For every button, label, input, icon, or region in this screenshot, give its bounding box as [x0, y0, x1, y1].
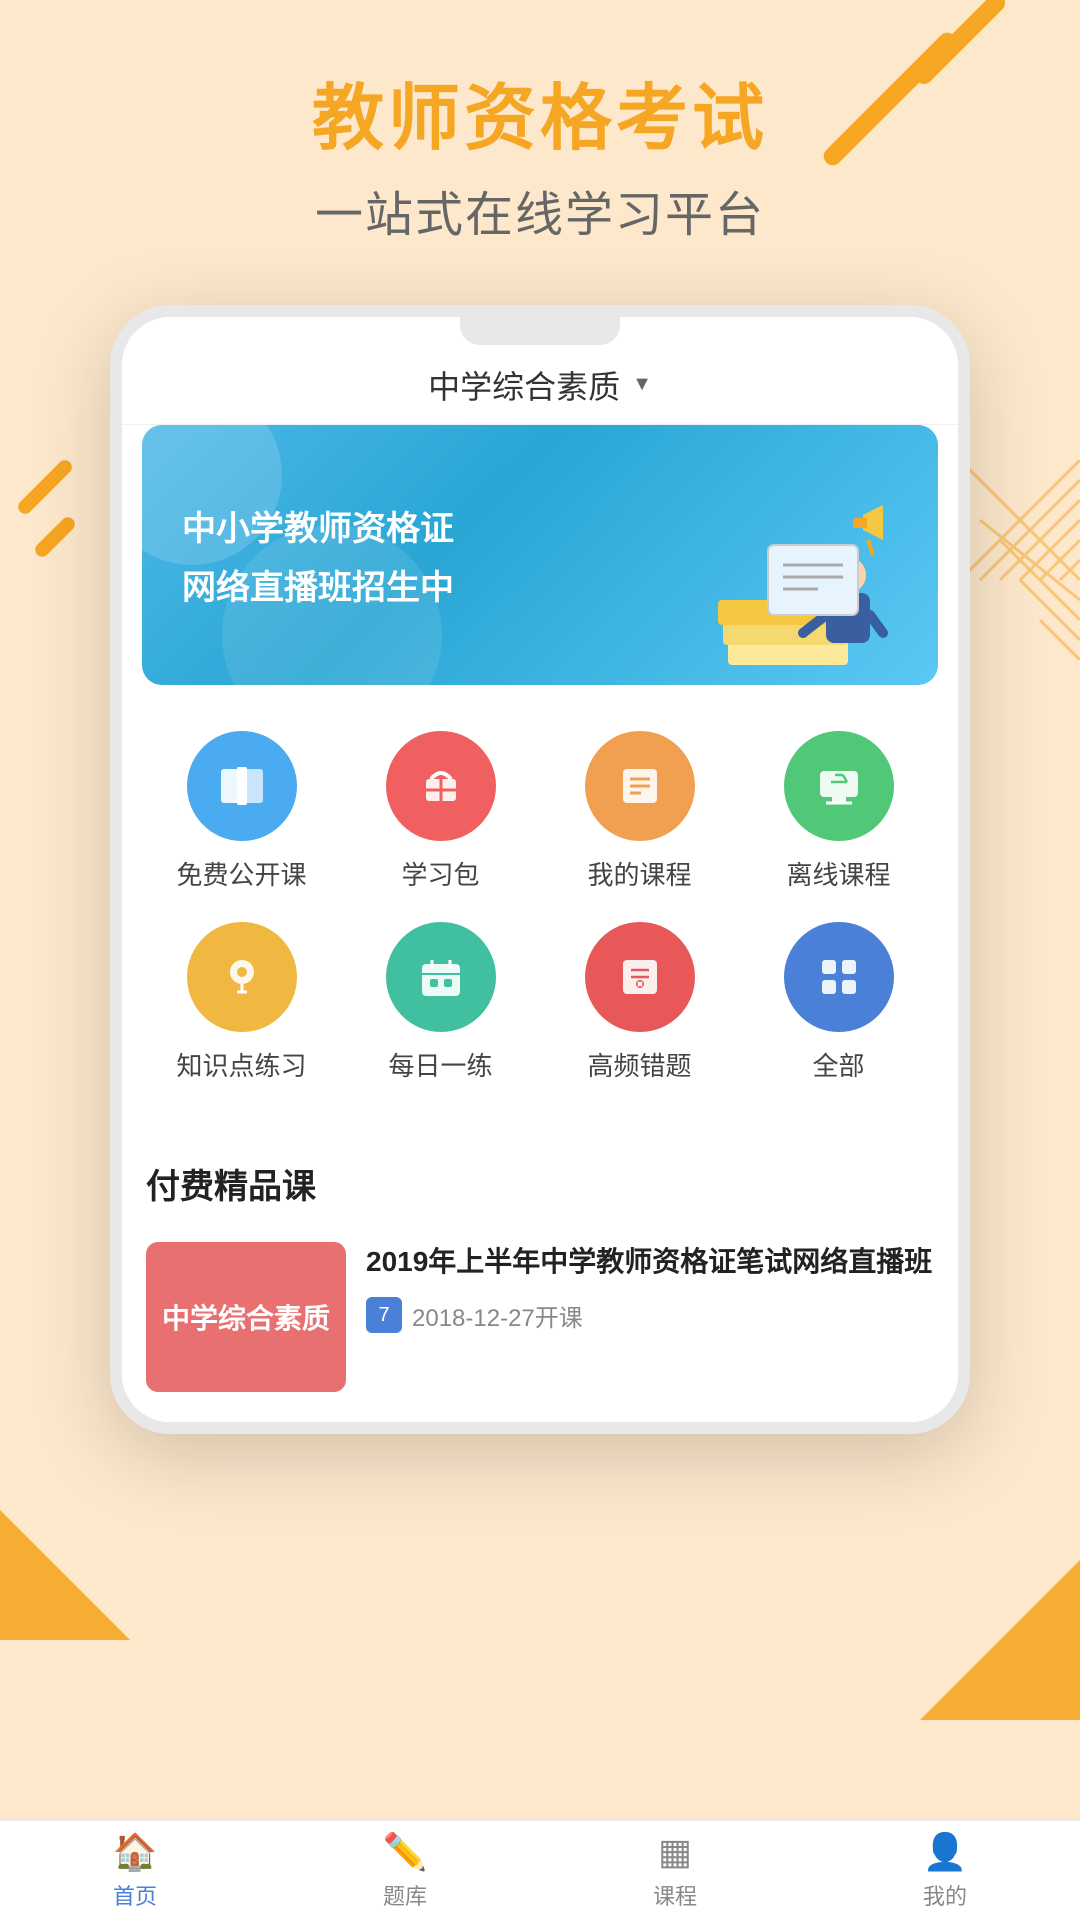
offline-icon	[784, 731, 894, 841]
icon-row-1: 免费公开课 学习包	[142, 731, 938, 892]
icon-item-all[interactable]: 全部	[749, 922, 929, 1083]
main-title: 教师资格考试	[0, 80, 1080, 159]
phone-mockup: 中学综合素质 ▼ 中小学教师资格证 网络直播班招生中	[110, 305, 970, 1434]
icon-item-my-course[interactable]: 我的课程	[550, 731, 730, 892]
sub-title: 一站式在线学习平台	[0, 175, 1080, 245]
banner-line1: 中小学教师资格证	[182, 501, 454, 550]
free-course-label: 免费公开课	[176, 855, 306, 892]
icon-item-free-course[interactable]: 免费公开课	[152, 731, 332, 892]
phone-topbar: 中学综合素质 ▼	[122, 345, 958, 425]
course-date: 7 2018-12-27开课	[366, 1297, 934, 1333]
icon-item-knowledge[interactable]: 知识点练习	[152, 922, 332, 1083]
category-label: 中学综合素质	[428, 362, 620, 408]
my-course-icon	[585, 731, 695, 841]
phone-mockup-wrapper: 中学综合素质 ▼ 中小学教师资格证 网络直播班招生中	[0, 305, 1080, 1434]
chevron-down-icon: ▼	[632, 373, 652, 396]
daily-icon	[386, 922, 496, 1032]
daily-label: 每日一练	[388, 1046, 492, 1083]
nav-label-course: 课程	[653, 1879, 697, 1911]
banner[interactable]: 中小学教师资格证 网络直播班招生中	[142, 425, 938, 685]
errors-icon	[585, 922, 695, 1032]
phone-notch	[460, 317, 620, 345]
banner-text: 中小学教师资格证 网络直播班招生中	[182, 501, 454, 609]
all-label: 全部	[812, 1046, 864, 1083]
knowledge-icon	[187, 922, 297, 1032]
calendar-icon: 7	[366, 1297, 402, 1333]
icon-row-2: 知识点练习 每日	[142, 922, 938, 1083]
icon-item-errors[interactable]: 高频错题	[550, 922, 730, 1083]
nav-item-questionbank[interactable]: ✏️ 题库	[270, 1821, 540, 1920]
icon-item-study-pack[interactable]: 学习包	[351, 731, 531, 892]
knowledge-label: 知识点练习	[176, 1046, 306, 1083]
phone-content: 中学综合素质 ▼ 中小学教师资格证 网络直播班招生中	[122, 345, 958, 1422]
course-name: 2019年上半年中学教师资格证笔试网络直播班	[366, 1242, 934, 1281]
errors-label: 高频错题	[587, 1046, 691, 1083]
course-thumbnail: 中学综合素质	[146, 1242, 346, 1392]
header-area: 教师资格考试 一站式在线学习平台	[0, 0, 1080, 285]
nav-item-mine[interactable]: 👤 我的	[810, 1821, 1080, 1920]
study-pack-icon	[386, 731, 496, 841]
home-icon: 🏠	[113, 1831, 158, 1873]
icon-item-offline[interactable]: 离线课程	[749, 731, 929, 892]
banner-illustration	[708, 485, 908, 685]
nav-item-course[interactable]: ▦ 课程	[540, 1821, 810, 1920]
my-course-label: 我的课程	[587, 855, 691, 892]
banner-line2: 网络直播班招生中	[182, 560, 454, 609]
study-pack-label: 学习包	[401, 855, 479, 892]
course-icon: ▦	[658, 1831, 692, 1873]
all-icon	[784, 922, 894, 1032]
nav-label-questionbank: 题库	[383, 1879, 427, 1911]
section-title: 付费精品课	[146, 1159, 934, 1208]
course-card[interactable]: 中学综合素质 2019年上半年中学教师资格证笔试网络直播班 7 2018-12-…	[146, 1232, 934, 1402]
icon-grid: 免费公开课 学习包	[122, 701, 958, 1113]
free-course-icon	[187, 731, 297, 841]
category-selector[interactable]: 中学综合素质 ▼	[428, 362, 652, 408]
mine-icon: 👤	[923, 1831, 968, 1873]
bottom-nav: 🏠 首页 ✏️ 题库 ▦ 课程 👤 我的	[0, 1820, 1080, 1920]
offline-label: 离线课程	[786, 855, 890, 892]
icon-item-daily[interactable]: 每日一练	[351, 922, 531, 1083]
course-info: 2019年上半年中学教师资格证笔试网络直播班 7 2018-12-27开课	[366, 1242, 934, 1333]
nav-item-home[interactable]: 🏠 首页	[0, 1821, 270, 1920]
nav-label-mine: 我的	[923, 1879, 967, 1911]
nav-label-home: 首页	[113, 1879, 157, 1911]
paid-courses-section: 付费精品课 中学综合素质 2019年上半年中学教师资格证笔试网络直播班 7 20…	[122, 1129, 958, 1422]
course-date-text: 2018-12-27开课	[412, 1298, 583, 1333]
questionbank-icon: ✏️	[383, 1831, 428, 1873]
